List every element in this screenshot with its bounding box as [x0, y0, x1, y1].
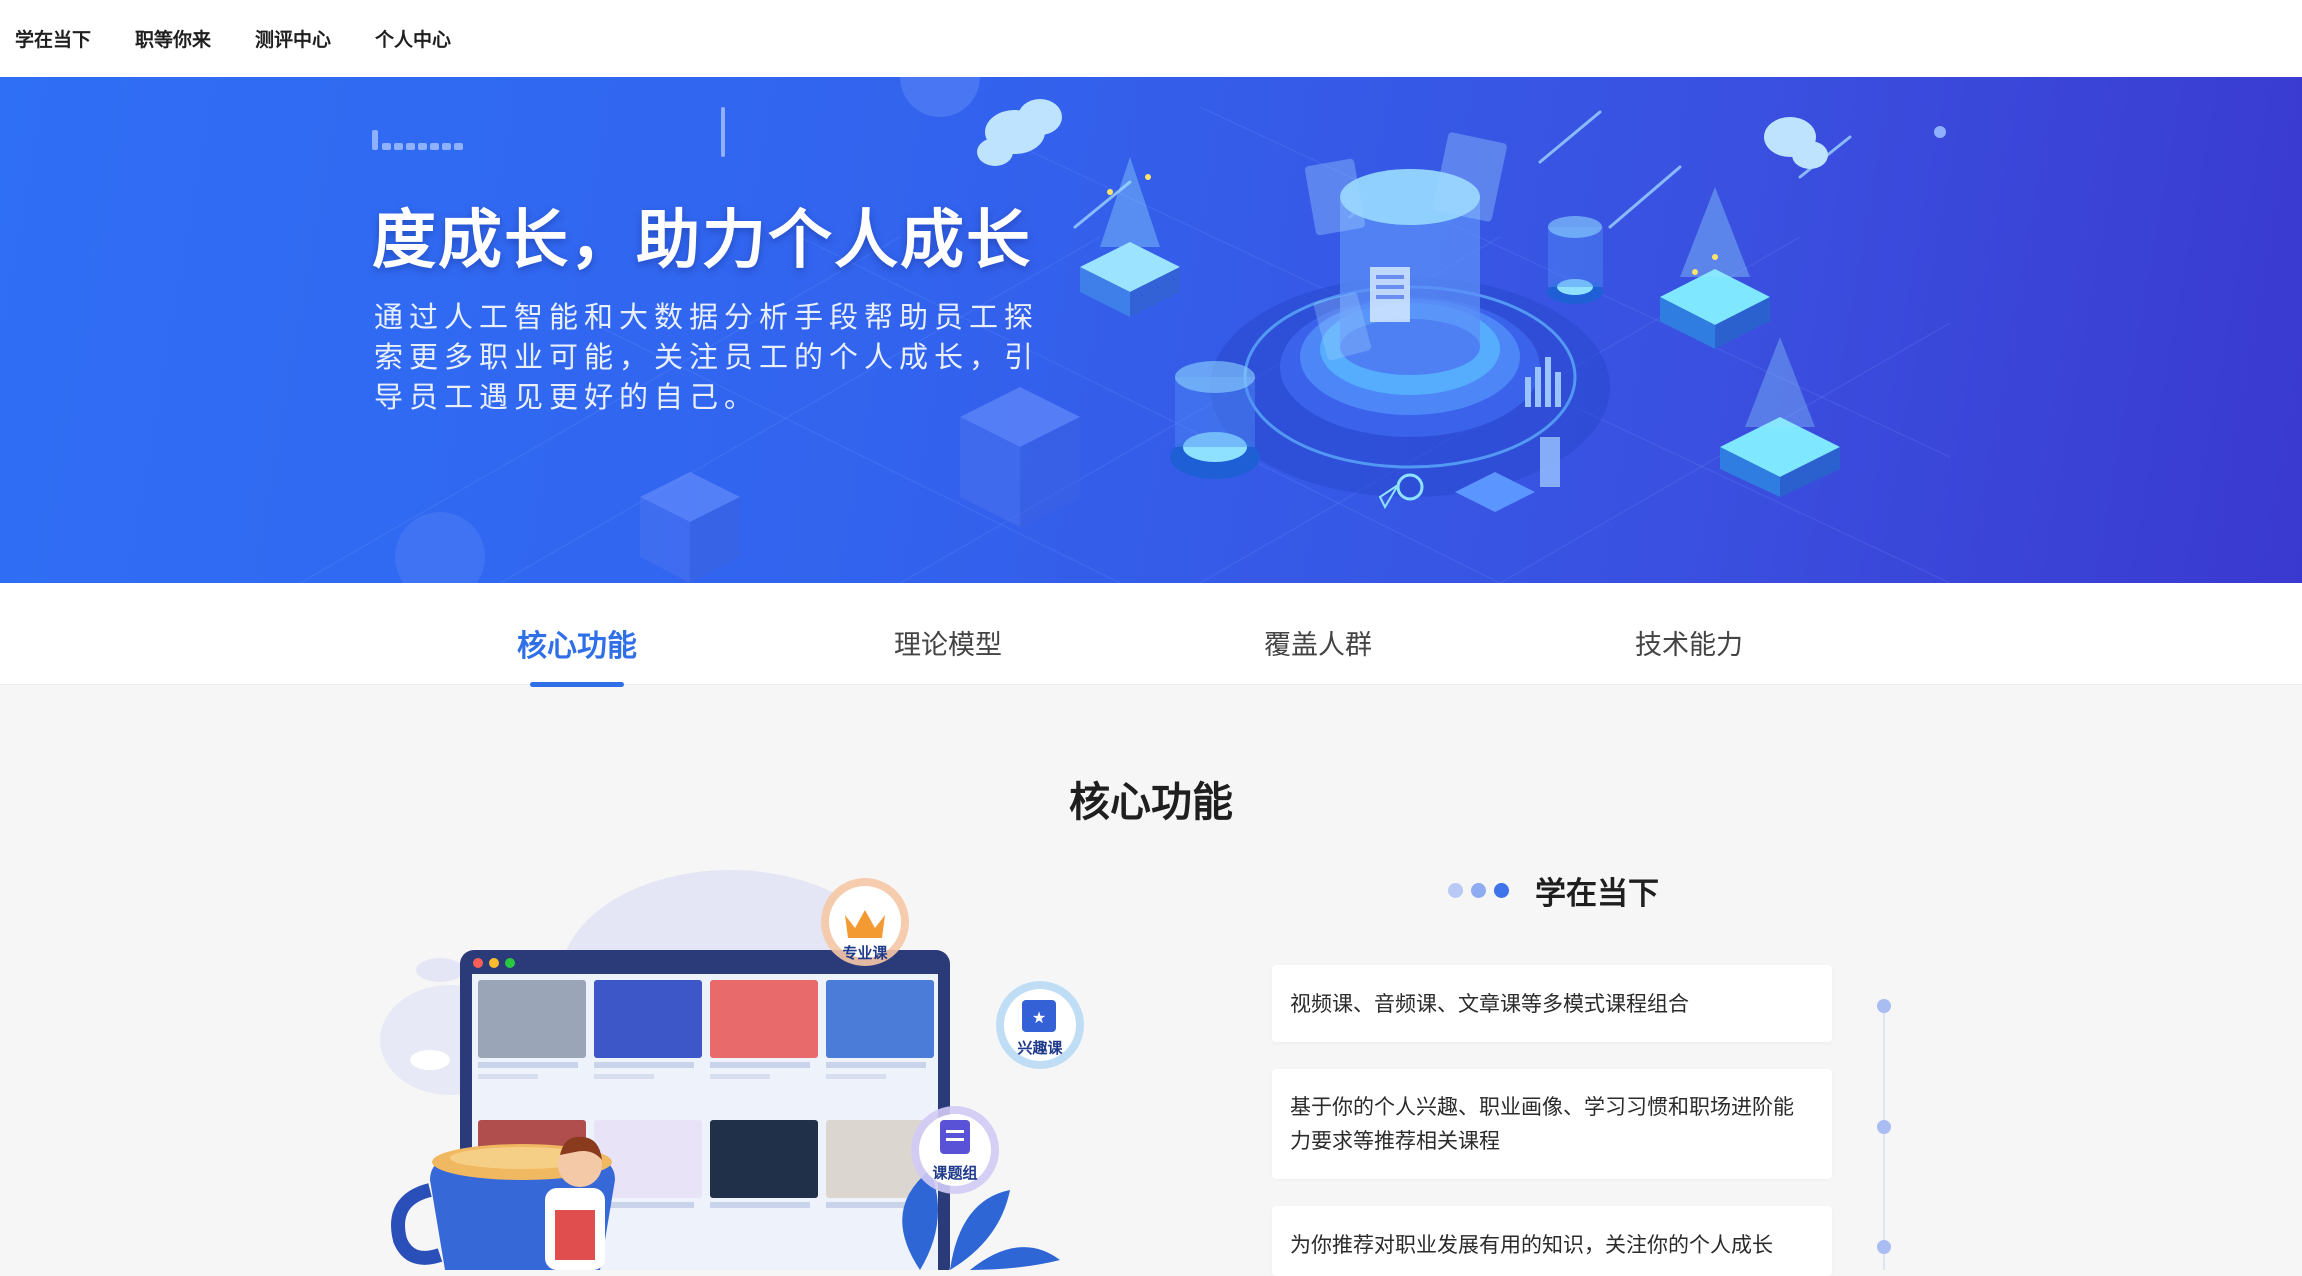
- tab-active-indicator: [530, 682, 624, 687]
- feature-card-1[interactable]: 视频课、音频课、文章课等多模式课程组合: [1272, 965, 1832, 1042]
- svg-text:★: ★: [1032, 1008, 1046, 1027]
- learning-illustration: 专业课 ★ 兴趣课 课题组: [380, 870, 1084, 1270]
- timeline-dot[interactable]: [1877, 1240, 1891, 1254]
- feature-card-text: 视频课、音频课、文章课等多模式课程组合: [1290, 991, 1689, 1016]
- tab-tech-capability[interactable]: 技术能力: [1635, 623, 1743, 662]
- hero-illustration: [299, 77, 1951, 583]
- feature-card-2[interactable]: 基于你的个人兴趣、职业画像、学习习惯和职场进阶能力要求等推荐相关课程: [1272, 1069, 1832, 1179]
- dot-2: [1471, 883, 1486, 898]
- feature-card-text: 为你推荐对职业发展有用的知识，关注你的个人成长: [1290, 1233, 1773, 1257]
- timeline-dot[interactable]: [1877, 1120, 1891, 1134]
- nav-item-jobs[interactable]: 职等你来: [135, 25, 211, 52]
- badge-topic-label: 课题组: [932, 1164, 977, 1182]
- timeline-line: [1883, 1006, 1885, 1270]
- hero-banner: 度成长，助力个人成长 通过人工智能和大数据分析手段帮助员工探索更多职业可能，关注…: [0, 77, 2302, 583]
- dot-1: [1448, 883, 1463, 898]
- timeline-dot[interactable]: [1877, 999, 1891, 1013]
- feature-subheading: 学在当下: [1448, 868, 1659, 913]
- feature-subtitle: 学在当下: [1535, 876, 1659, 912]
- tab-coverage[interactable]: 覆盖人群: [1264, 623, 1372, 662]
- nav-item-learn[interactable]: 学在当下: [15, 25, 91, 52]
- tab-theory-model[interactable]: 理论模型: [894, 623, 1002, 662]
- decorative-dots: [1448, 883, 1517, 898]
- dot-3: [1494, 883, 1509, 898]
- feature-card-text: 基于你的个人兴趣、职业画像、学习习惯和职场进阶能力要求等推荐相关课程: [1290, 1095, 1794, 1153]
- section-tabs: 核心功能 理论模型 覆盖人群 技术能力: [0, 583, 2302, 687]
- tab-core-features[interactable]: 核心功能: [517, 621, 637, 665]
- nav-item-profile[interactable]: 个人中心: [375, 25, 451, 52]
- badge-professional-label: 专业课: [842, 944, 888, 962]
- badge-interest-label: 兴趣课: [1017, 1039, 1063, 1057]
- top-nav: 学在当下 职等你来 测评中心 个人中心: [0, 0, 2302, 77]
- section-title: 核心功能: [1069, 778, 1233, 826]
- hero-description: 通过人工智能和大数据分析手段帮助员工探索更多职业可能，关注员工的个人成长，引导员…: [374, 300, 1040, 414]
- nav-item-assessment[interactable]: 测评中心: [255, 25, 331, 52]
- hero-title: 度成长，助力个人成长: [372, 204, 1032, 278]
- feature-card-3[interactable]: 为你推荐对职业发展有用的知识，关注你的个人成长: [1272, 1206, 1832, 1276]
